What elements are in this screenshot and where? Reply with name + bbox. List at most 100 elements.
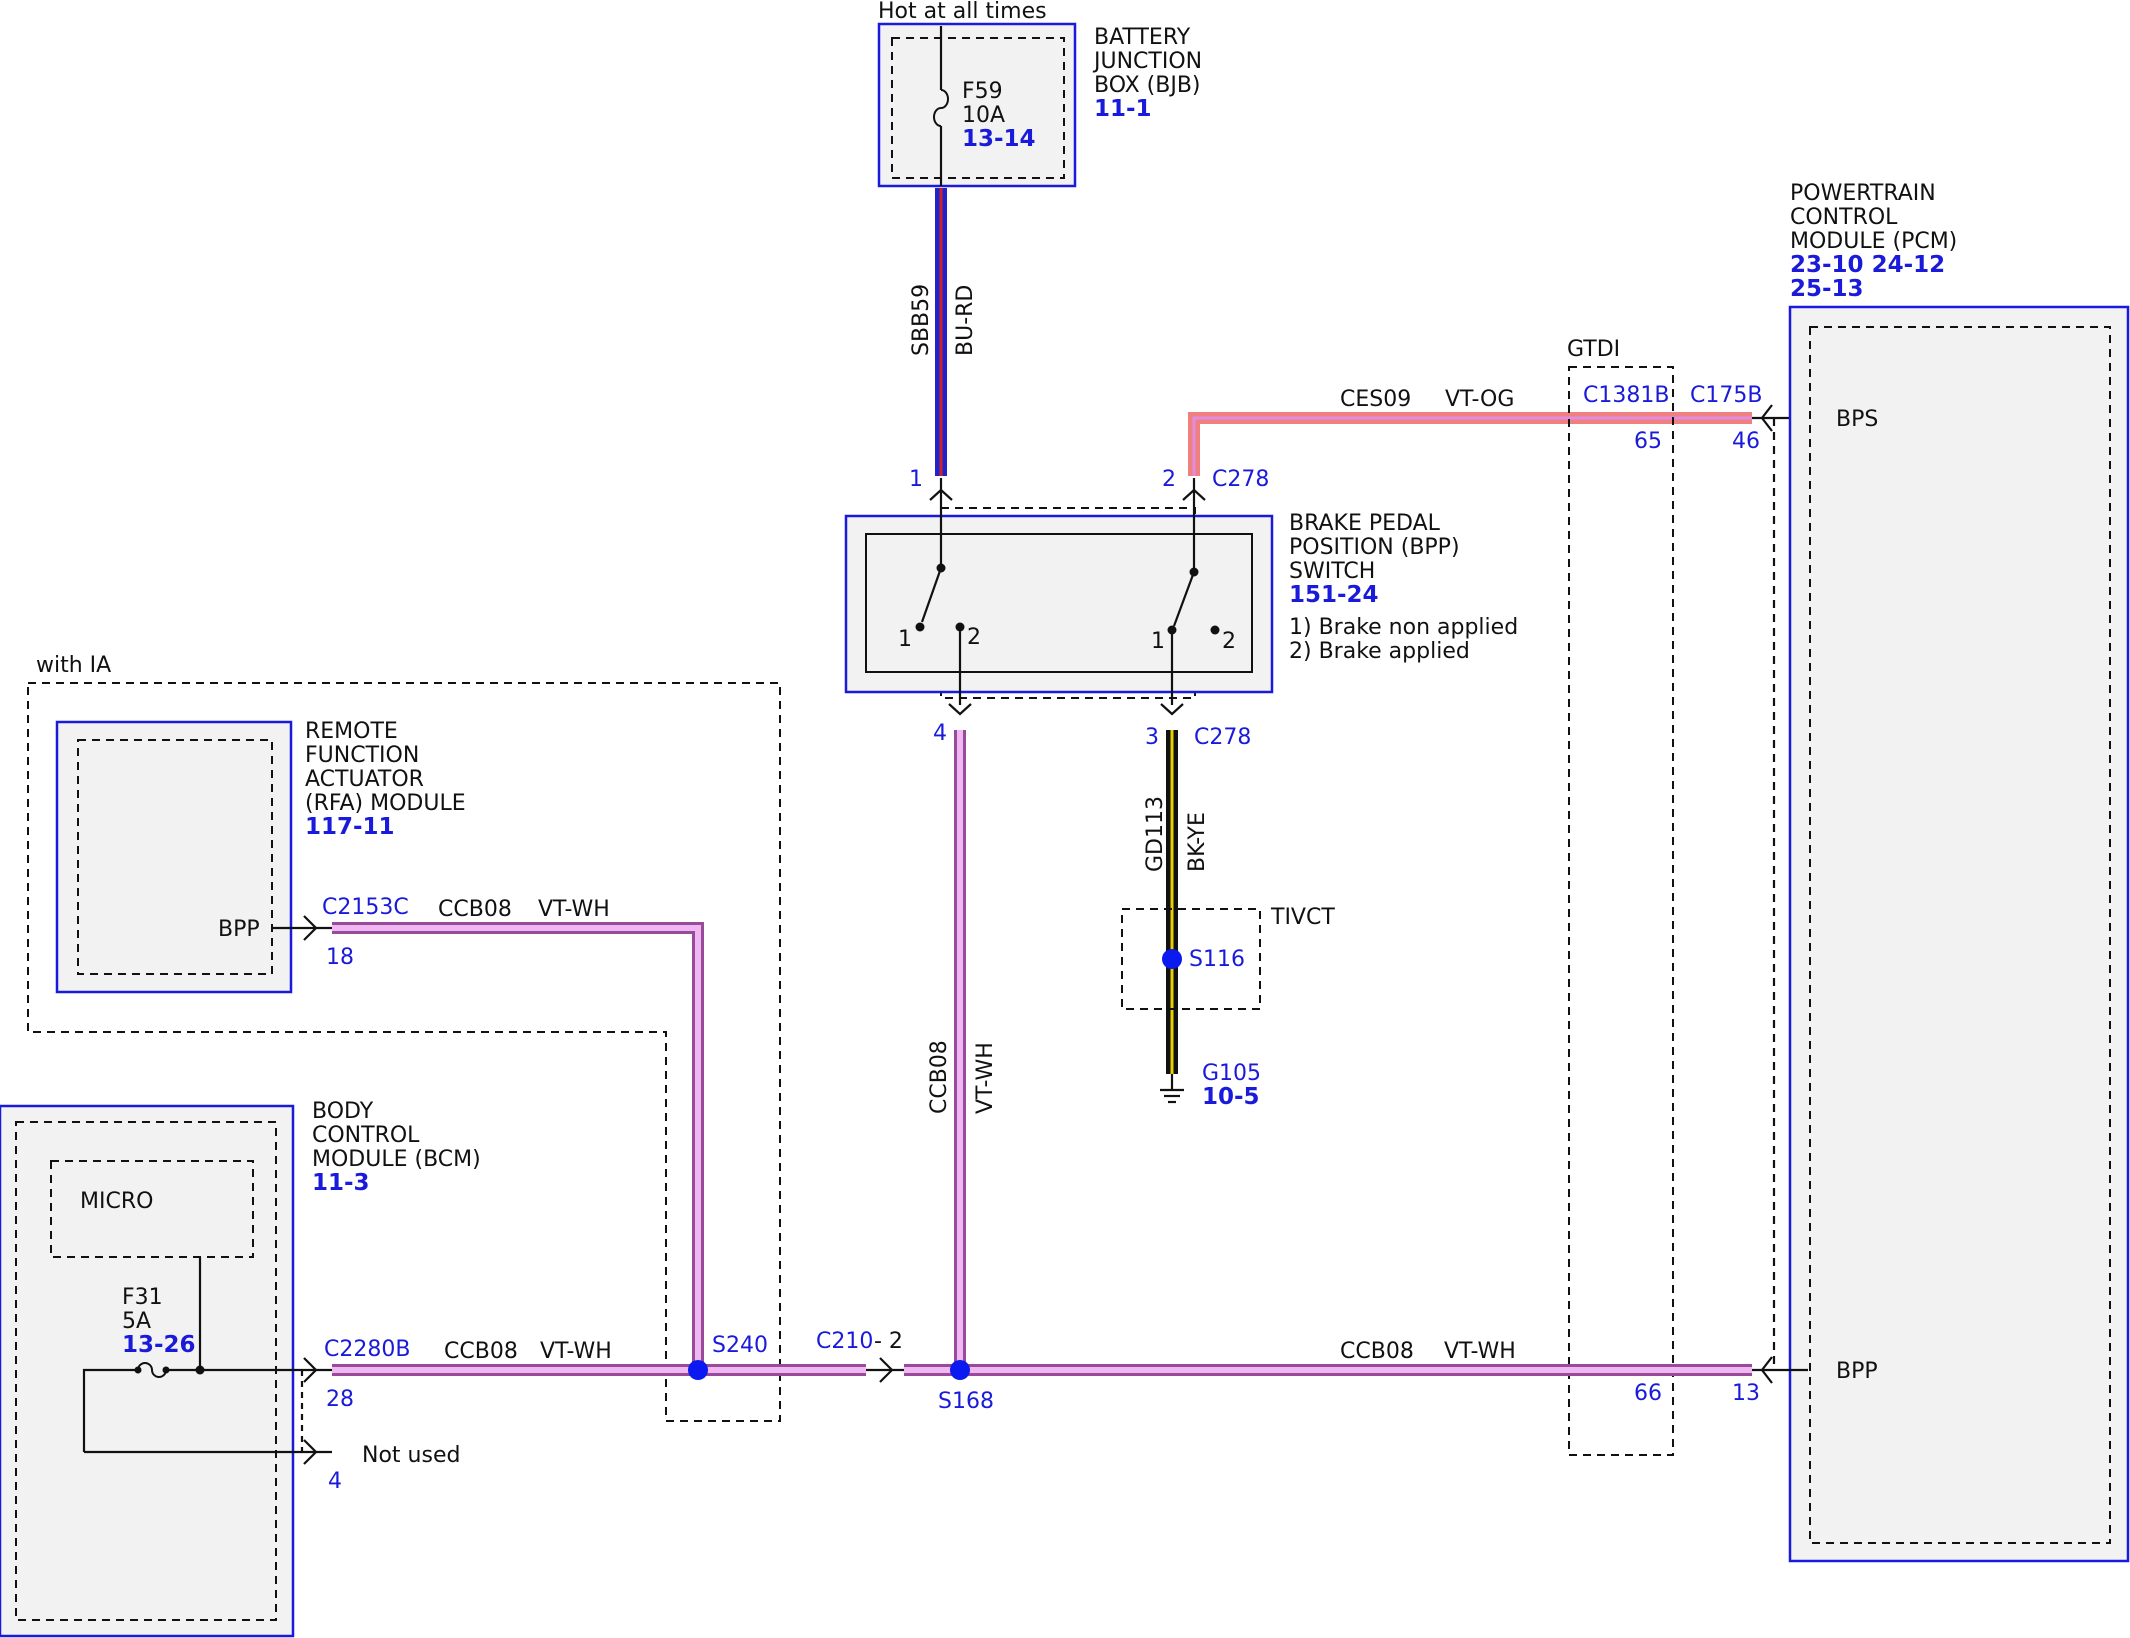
bcm-pin-4: 4 xyxy=(328,1469,342,1494)
rfa-signal-bpp: BPP xyxy=(218,917,260,942)
sw1-contact-2: 2 xyxy=(967,625,981,650)
bpp-title-3: SWITCH xyxy=(1289,559,1375,584)
bpp-pin-2: 2 xyxy=(1162,467,1176,492)
c210-pin: - 2 xyxy=(874,1329,903,1354)
wire-ccb08-main: CCB08 VT-WH CCB08 VT-WH xyxy=(332,1339,1808,1384)
gtdi-outline xyxy=(1568,366,1674,1456)
fuse-f59-rating: 10A xyxy=(962,103,1005,128)
ground-name: G105 xyxy=(1202,1061,1261,1086)
sw2-contact-2: 2 xyxy=(1222,629,1236,654)
bjb-title-1: BATTERY xyxy=(1094,25,1191,50)
battery-junction-box: Hot at all times F59 10A 13-14 BATTERY J… xyxy=(877,0,1202,188)
bjb-title-2: JUNCTION xyxy=(1092,49,1202,74)
wiring-diagram: Hot at all times F59 10A 13-14 BATTERY J… xyxy=(0,0,2130,1638)
sw1-contact-1: 1 xyxy=(898,627,912,652)
tivct-group: TIVCT S116 xyxy=(1121,905,1335,1010)
gtdi-connector: C1381B xyxy=(1583,383,1669,408)
pcm-title-3: MODULE (PCM) xyxy=(1790,229,1957,254)
rfa-title-3: ACTUATOR xyxy=(305,767,424,792)
sbb59-circuit: SBB59 xyxy=(909,284,934,356)
bpp-ref[interactable]: 151-24 xyxy=(1289,582,1379,608)
bjb-ref[interactable]: 11-1 xyxy=(1094,96,1152,122)
bcm-pin-28: 28 xyxy=(326,1387,354,1412)
bcm-fuse-ref[interactable]: 13-26 xyxy=(122,1332,196,1358)
pcm-pin-13: 13 xyxy=(1732,1381,1760,1406)
fuse-f59-name: F59 xyxy=(962,79,1003,104)
bpp-title-2: POSITION (BPP) xyxy=(1289,535,1460,560)
splice-s240-label: S240 xyxy=(712,1333,768,1358)
rfa-box xyxy=(55,720,293,994)
ccb08-pcm-circuit: CCB08 xyxy=(1340,1339,1414,1364)
ces09-circuit: CES09 xyxy=(1340,387,1411,412)
gtdi-group: GTDI C1381B 65 66 xyxy=(1567,337,1674,1456)
ground-ref[interactable]: 10-5 xyxy=(1202,1084,1260,1110)
rfa-ref[interactable]: 117-11 xyxy=(305,814,395,840)
bcm-connector: C2280B xyxy=(324,1337,410,1362)
pcm-signal-bps: BPS xyxy=(1836,407,1878,432)
splice-s116-label: S116 xyxy=(1189,947,1245,972)
with-ia-label: with IA xyxy=(36,653,111,678)
sw2-contact-1: 1 xyxy=(1151,629,1165,654)
tivct-label: TIVCT xyxy=(1270,905,1335,930)
ccb08-pcm-color: VT-WH xyxy=(1444,1339,1516,1364)
rfa-module: REMOTE FUNCTION ACTUATOR (RFA) MODULE 11… xyxy=(55,719,466,994)
splice-s240-icon xyxy=(688,1360,708,1380)
bpp-pin-3: 3 xyxy=(1145,725,1159,750)
ccb08-vert-color: VT-WH xyxy=(973,1042,998,1114)
inline-connector-c210: C210 - 2 xyxy=(816,1329,903,1354)
ccb08-rfa-color: VT-WH xyxy=(538,897,610,922)
bcm-title-2: CONTROL xyxy=(312,1123,420,1148)
pin4-arrow-icon xyxy=(948,703,972,716)
rfa-title-4: (RFA) MODULE xyxy=(305,791,466,816)
bpp-connector-top: C278 xyxy=(1212,467,1269,492)
pcm-refs-1[interactable]: 23-10 24-12 xyxy=(1790,252,1945,278)
ccb08-bcm-color: VT-WH xyxy=(540,1339,612,1364)
gd113-color: BK-YE xyxy=(1185,812,1210,872)
bpp-note-1: 1) Brake non applied xyxy=(1289,615,1518,640)
bpp-connector-bottom: C278 xyxy=(1194,725,1251,750)
bcm-micro-label: MICRO xyxy=(80,1189,153,1214)
splice-s116-icon xyxy=(1162,949,1182,969)
bcm-not-used: Not used xyxy=(362,1443,460,1468)
ces09-color: VT-OG xyxy=(1445,387,1514,412)
rfa-connector: C2153C xyxy=(322,895,409,920)
pcm-refs-2[interactable]: 25-13 xyxy=(1790,276,1864,302)
gd113-circuit: GD113 xyxy=(1143,796,1168,872)
bpp-note-2: 2) Brake applied xyxy=(1289,639,1470,664)
wire-sbb59: SBB59 BU-RD xyxy=(909,188,978,476)
hot-at-all-times-label: Hot at all times xyxy=(878,0,1047,24)
rfa-title-1: REMOTE xyxy=(305,719,398,744)
rfa-pin-18: 18 xyxy=(326,945,354,970)
bpp-switch: 1 2 1 4 1 2 2 C278 3 C278 BRAKE PEDAL PO… xyxy=(844,467,1518,750)
bjb-title-3: BOX (BJB) xyxy=(1094,73,1201,98)
bpp-pin-1: 1 xyxy=(909,467,923,492)
bpp-title-1: BRAKE PEDAL xyxy=(1289,511,1441,536)
splice-s168-icon xyxy=(950,1360,970,1380)
wire-ccb08-vertical: CCB08 VT-WH xyxy=(927,730,998,1370)
pcm-module: POWERTRAIN CONTROL MODULE (PCM) 23-10 24… xyxy=(1690,181,2130,1563)
pcm-connector: C175B xyxy=(1690,383,1762,408)
bpp-pin-4: 4 xyxy=(933,721,947,746)
bcm-title-1: BODY xyxy=(312,1099,374,1124)
gtdi-pin-65: 65 xyxy=(1634,429,1662,454)
rfa-title-2: FUNCTION xyxy=(305,743,419,768)
bcm-title-3: MODULE (BCM) xyxy=(312,1147,481,1172)
ccb08-rfa-circuit: CCB08 xyxy=(438,897,512,922)
pin3-arrow-icon xyxy=(1160,703,1184,716)
ccb08-vert-circuit: CCB08 xyxy=(927,1040,952,1114)
pcm-signal-bpp: BPP xyxy=(1836,1359,1878,1384)
splice-s168-label: S168 xyxy=(938,1389,994,1414)
gtdi-pin-66: 66 xyxy=(1634,1381,1662,1406)
bcm-fuse-name: F31 xyxy=(122,1285,163,1310)
c210-name: C210 xyxy=(816,1329,873,1354)
bcm-ref[interactable]: 11-3 xyxy=(312,1170,370,1196)
gtdi-label: GTDI xyxy=(1567,337,1620,362)
bcm-fuse-rating: 5A xyxy=(122,1309,151,1334)
pcm-title-1: POWERTRAIN xyxy=(1790,181,1936,206)
ccb08-bcm-circuit: CCB08 xyxy=(444,1339,518,1364)
fuse-f59-ref[interactable]: 13-14 xyxy=(962,126,1036,152)
sbb59-color: BU-RD xyxy=(953,285,978,356)
pcm-pin-46: 46 xyxy=(1732,429,1760,454)
pcm-title-2: CONTROL xyxy=(1790,205,1898,230)
wire-gd113: GD113 BK-YE xyxy=(1143,730,1210,1074)
